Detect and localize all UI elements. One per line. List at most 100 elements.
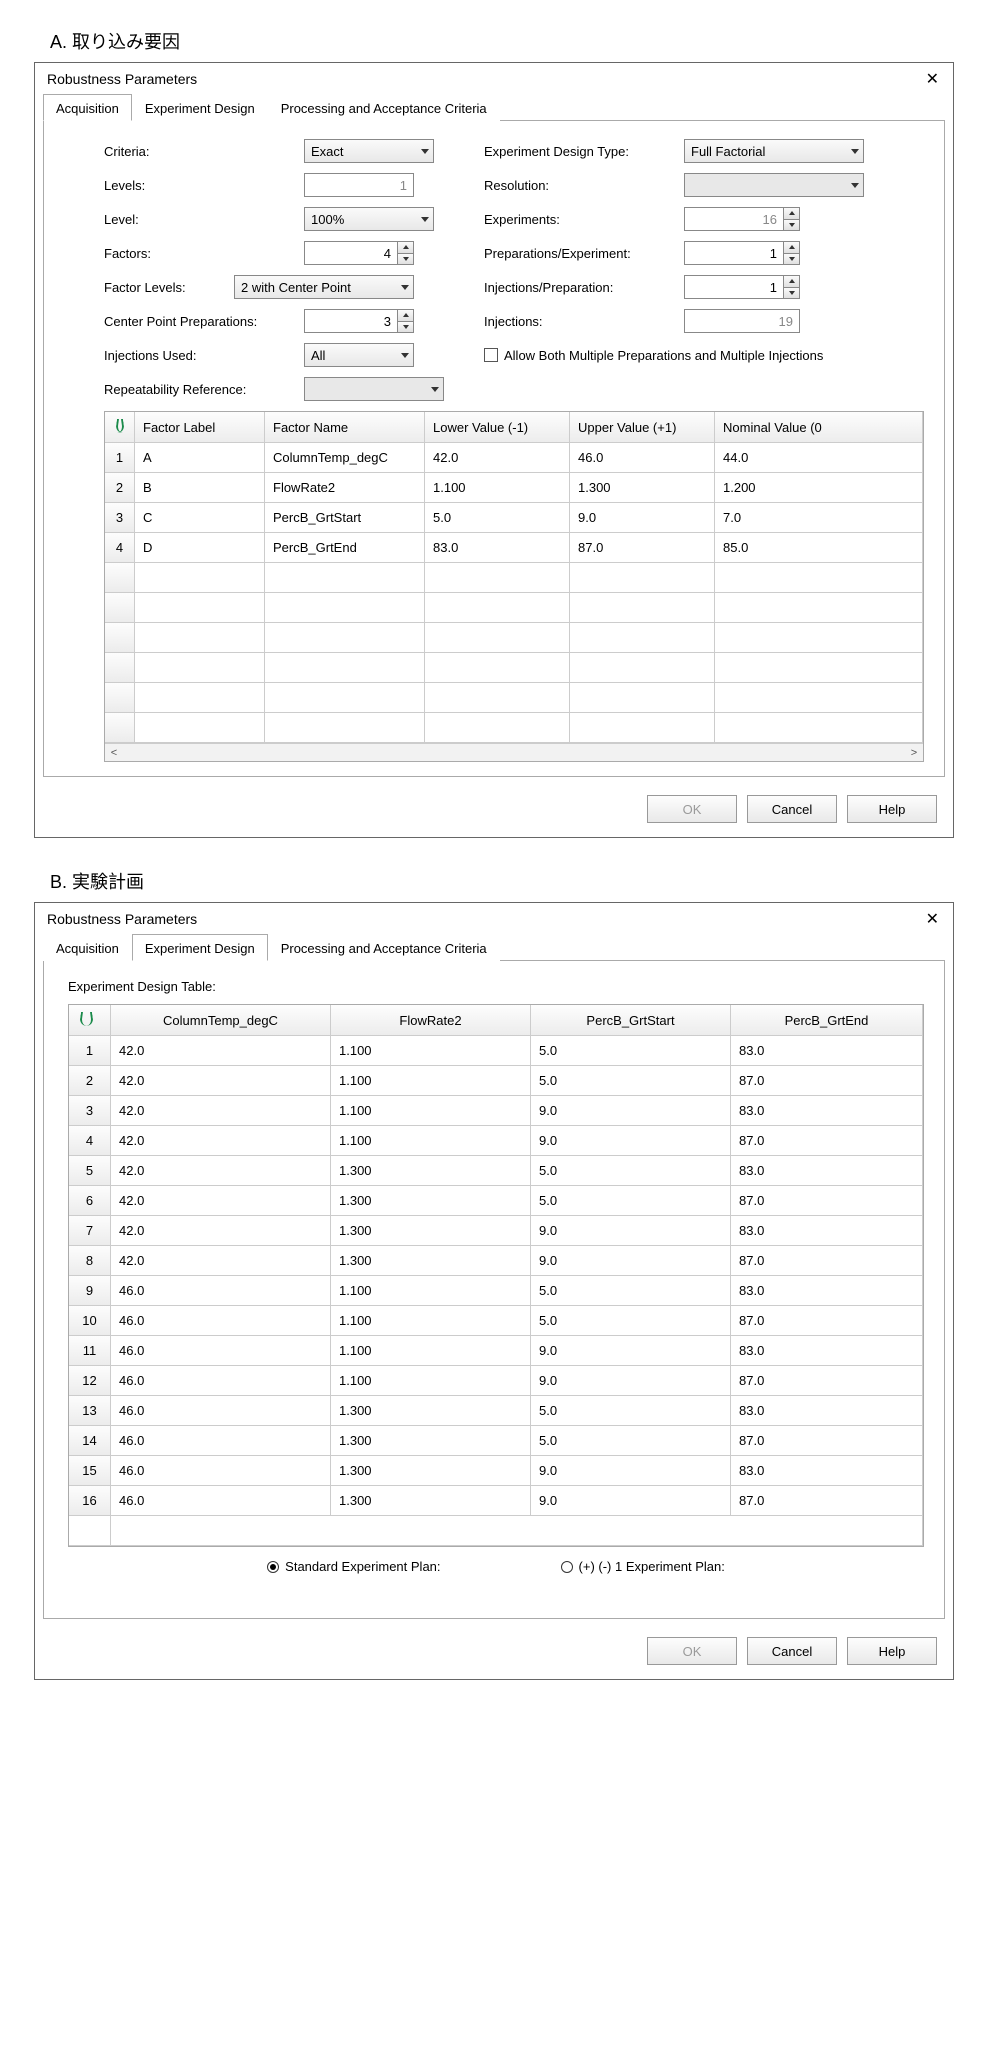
table-row[interactable]: 1246.01.1009.087.0 [69, 1366, 923, 1396]
table-row[interactable]: 1446.01.3005.087.0 [69, 1426, 923, 1456]
table-row[interactable] [105, 623, 923, 653]
radio-standard-plan[interactable]: Standard Experiment Plan: [267, 1559, 440, 1574]
cell-lower-value[interactable]: 83.0 [425, 533, 570, 563]
cell-percb-start[interactable]: 5.0 [531, 1156, 731, 1186]
cell-factor-name[interactable] [265, 563, 425, 593]
cell-flowrate[interactable]: 1.300 [331, 1456, 531, 1486]
inj-per-prep-field[interactable]: 1 [684, 275, 784, 299]
cell-factor-name[interactable]: FlowRate2 [265, 473, 425, 503]
ok-button[interactable]: OK [647, 795, 737, 823]
cell-percb-end[interactable]: 87.0 [731, 1126, 923, 1156]
cell-percb-end[interactable]: 87.0 [731, 1426, 923, 1456]
cell-factor-label[interactable] [135, 563, 265, 593]
cell-percb-end[interactable]: 87.0 [731, 1246, 923, 1276]
tab-acquisition[interactable]: Acquisition [43, 94, 132, 121]
cell-flowrate[interactable]: 1.100 [331, 1126, 531, 1156]
prep-per-exp-spinner[interactable] [784, 241, 800, 265]
cell-percb-start[interactable]: 9.0 [531, 1126, 731, 1156]
factors-spinner[interactable] [398, 241, 414, 265]
cell-percb-end[interactable]: 83.0 [731, 1036, 923, 1066]
factor-levels-select[interactable]: 2 with Center Point [234, 275, 414, 299]
cell-upper-value[interactable] [570, 713, 715, 743]
inj-per-prep-spinner[interactable] [784, 275, 800, 299]
cell-nominal-value[interactable] [715, 593, 923, 623]
cell-lower-value[interactable]: 42.0 [425, 443, 570, 473]
cell-nominal-value[interactable] [715, 623, 923, 653]
cell-flowrate[interactable]: 1.300 [331, 1186, 531, 1216]
table-row[interactable]: 1046.01.1005.087.0 [69, 1306, 923, 1336]
tab-processing[interactable]: Processing and Acceptance Criteria [268, 94, 500, 121]
cell-lower-value[interactable] [425, 683, 570, 713]
table-row[interactable]: 342.01.1009.083.0 [69, 1096, 923, 1126]
cell-column-temp[interactable]: 42.0 [111, 1096, 331, 1126]
cell-nominal-value[interactable]: 85.0 [715, 533, 923, 563]
cell-percb-end[interactable]: 83.0 [731, 1096, 923, 1126]
experiments-spinner[interactable] [784, 207, 800, 231]
cell-flowrate[interactable]: 1.100 [331, 1036, 531, 1066]
cell-flowrate[interactable]: 1.300 [331, 1486, 531, 1516]
cell-lower-value[interactable] [425, 593, 570, 623]
close-icon[interactable]: ✕ [922, 69, 943, 89]
cell-percb-start[interactable]: 5.0 [531, 1036, 731, 1066]
cell-percb-start[interactable]: 9.0 [531, 1246, 731, 1276]
allow-both-checkbox[interactable] [484, 348, 498, 362]
cell-percb-end[interactable]: 83.0 [731, 1336, 923, 1366]
cell-flowrate[interactable]: 1.300 [331, 1216, 531, 1246]
table-row[interactable]: 142.01.1005.083.0 [69, 1036, 923, 1066]
cell-factor-name[interactable] [265, 713, 425, 743]
tab-acquisition[interactable]: Acquisition [43, 934, 132, 961]
cell-column-temp[interactable]: 46.0 [111, 1276, 331, 1306]
cell-column-temp[interactable]: 42.0 [111, 1216, 331, 1246]
factors-grid[interactable]: Factor Label Factor Name Lower Value (-1… [104, 411, 924, 762]
cell-lower-value[interactable]: 5.0 [425, 503, 570, 533]
table-row[interactable]: 946.01.1005.083.0 [69, 1276, 923, 1306]
cell-nominal-value[interactable] [715, 683, 923, 713]
cell-percb-start[interactable]: 9.0 [531, 1456, 731, 1486]
cell-column-temp[interactable]: 46.0 [111, 1396, 331, 1426]
cell-factor-name[interactable] [265, 593, 425, 623]
cell-percb-end[interactable]: 83.0 [731, 1396, 923, 1426]
cell-percb-end[interactable]: 83.0 [731, 1156, 923, 1186]
tab-processing[interactable]: Processing and Acceptance Criteria [268, 934, 500, 961]
level-select[interactable]: 100% [304, 207, 434, 231]
cancel-button[interactable]: Cancel [747, 795, 837, 823]
table-row[interactable]: 1146.01.1009.083.0 [69, 1336, 923, 1366]
cell-percb-end[interactable]: 87.0 [731, 1366, 923, 1396]
cell-percb-end[interactable]: 83.0 [731, 1216, 923, 1246]
table-row[interactable] [105, 563, 923, 593]
cell-upper-value[interactable]: 9.0 [570, 503, 715, 533]
cell-nominal-value[interactable] [715, 713, 923, 743]
table-row[interactable] [105, 593, 923, 623]
cell-nominal-value[interactable] [715, 563, 923, 593]
cell-upper-value[interactable]: 46.0 [570, 443, 715, 473]
cell-flowrate[interactable]: 1.100 [331, 1066, 531, 1096]
cell-nominal-value[interactable] [715, 653, 923, 683]
tab-experiment-design[interactable]: Experiment Design [132, 934, 268, 961]
cell-column-temp[interactable]: 42.0 [111, 1156, 331, 1186]
radio-pm-plan[interactable]: (+) (-) 1 Experiment Plan: [561, 1559, 725, 1574]
table-row[interactable] [105, 653, 923, 683]
cell-factor-name[interactable] [265, 653, 425, 683]
cell-factor-label[interactable] [135, 683, 265, 713]
table-row[interactable]: 842.01.3009.087.0 [69, 1246, 923, 1276]
cell-percb-end[interactable]: 87.0 [731, 1306, 923, 1336]
factors-field[interactable]: 4 [304, 241, 398, 265]
cell-factor-label[interactable] [135, 653, 265, 683]
cell-column-temp[interactable]: 42.0 [111, 1036, 331, 1066]
cell-percb-end[interactable]: 87.0 [731, 1066, 923, 1096]
cell-flowrate[interactable]: 1.300 [331, 1426, 531, 1456]
cell-factor-name[interactable] [265, 683, 425, 713]
cell-upper-value[interactable] [570, 563, 715, 593]
cell-percb-start[interactable]: 5.0 [531, 1396, 731, 1426]
cell-column-temp[interactable]: 46.0 [111, 1456, 331, 1486]
cell-factor-label[interactable] [135, 593, 265, 623]
cell-percb-end[interactable]: 87.0 [731, 1186, 923, 1216]
cell-lower-value[interactable]: 1.100 [425, 473, 570, 503]
cell-flowrate[interactable]: 1.100 [331, 1096, 531, 1126]
cell-factor-name[interactable]: ColumnTemp_degC [265, 443, 425, 473]
cell-percb-end[interactable]: 87.0 [731, 1486, 923, 1516]
cell-upper-value[interactable]: 1.300 [570, 473, 715, 503]
close-icon[interactable]: ✕ [922, 909, 943, 929]
table-row[interactable]: 242.01.1005.087.0 [69, 1066, 923, 1096]
cell-percb-start[interactable]: 5.0 [531, 1306, 731, 1336]
